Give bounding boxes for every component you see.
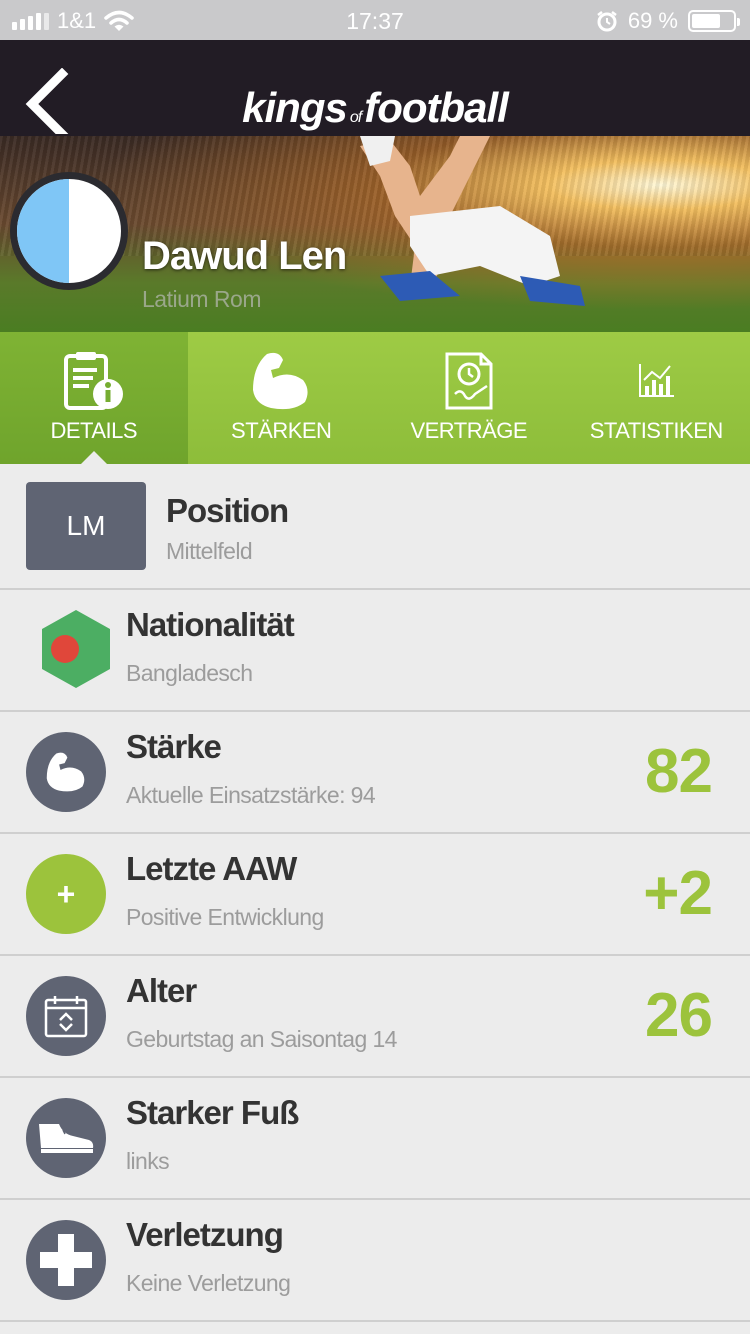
medical-cross-icon [40, 1234, 92, 1286]
bicep-icon [46, 752, 85, 792]
battery-icon [688, 10, 740, 32]
battery-percent: 69 % [627, 8, 678, 33]
row-title: Nationalität [126, 606, 295, 643]
row-subtitle: Keine Verletzung [126, 1270, 291, 1296]
plus-symbol: + [56, 875, 76, 912]
injury-icon-circle [26, 1220, 106, 1300]
details-info-icon [63, 352, 123, 410]
logo-of: of [349, 109, 362, 126]
tab-staerken[interactable]: STÄRKEN [188, 332, 376, 464]
plus-circle-icon: + [26, 854, 106, 934]
row-title: Alter [126, 972, 197, 1009]
app-logo: kings offootball [0, 84, 750, 132]
club-avatar [10, 172, 128, 290]
row-title: Stärke [126, 728, 222, 765]
top-bar: kings offootball [0, 40, 750, 136]
list-item-position[interactable]: LM Position Mittelfeld [0, 464, 750, 590]
club-name[interactable]: Latium Rom [142, 286, 261, 313]
chart-icon [639, 364, 675, 397]
tab-vertraege[interactable]: VERTRÄGE [375, 332, 563, 464]
list-item-strong-foot[interactable]: Starker Fuß links [0, 1078, 750, 1200]
tab-details[interactable]: DETAILS [0, 332, 188, 464]
aaw-value: +2 [643, 859, 713, 928]
row-subtitle: links [126, 1148, 170, 1174]
row-subtitle: Geburtstag an Saisontag 14 [126, 1026, 397, 1052]
row-subtitle: Mittelfeld [166, 538, 253, 564]
tab-label: STÄRKEN [231, 418, 332, 443]
calendar-icon [44, 996, 88, 1038]
status-bar: 1&1 17:37 69 % [0, 0, 750, 40]
alarm-icon [597, 11, 617, 32]
row-title: Letzte AAW [126, 850, 297, 887]
tab-label: DETAILS [50, 418, 138, 443]
row-title: Verletzung [126, 1216, 284, 1253]
list-item-age[interactable]: Alter Geburtstag an Saisontag 14 26 [0, 956, 750, 1078]
tab-label: VERTRÄGE [410, 418, 528, 443]
row-title: Starker Fuß [126, 1094, 299, 1131]
position-badge: LM [26, 482, 146, 570]
strength-value: 82 [645, 737, 713, 806]
tab-statistiken[interactable]: STATISTIKEN [563, 332, 750, 464]
player-name: Dawud Len [142, 234, 347, 278]
row-subtitle: Bangladesch [126, 660, 253, 686]
details-list: LM Position Mittelfeld Nationalität Bang… [0, 464, 750, 1322]
row-subtitle: Positive Entwicklung [126, 904, 324, 930]
logo-football: football [364, 84, 509, 131]
bangladesh-flag-icon [42, 610, 110, 688]
logo-kings: kings [242, 84, 348, 131]
age-value: 26 [645, 981, 713, 1050]
tab-label: STATISTIKEN [589, 418, 724, 443]
row-title: Position [166, 492, 289, 529]
list-item-last-aaw[interactable]: + Letzte AAW Positive Entwicklung +2 [0, 834, 750, 956]
contract-icon [445, 352, 493, 410]
list-item-nationality[interactable]: Nationalität Bangladesch [0, 590, 750, 712]
age-icon-circle [26, 976, 106, 1056]
player-celebration-image [360, 136, 585, 306]
tab-bar: DETAILS STÄRKEN VERTRÄGE STATISTIKEN [0, 332, 750, 464]
foot-icon-circle [26, 1098, 106, 1178]
list-item-injury[interactable]: Verletzung Keine Verletzung [0, 1200, 750, 1322]
row-subtitle: Aktuelle Einsatzstärke: 94 [126, 782, 376, 808]
list-item-strength[interactable]: Stärke Aktuelle Einsatzstärke: 94 82 [0, 712, 750, 834]
football-boot-icon [39, 1124, 94, 1153]
bicep-icon [253, 352, 308, 410]
strength-icon-circle [26, 732, 106, 812]
status-right: 69 % [596, 8, 740, 34]
